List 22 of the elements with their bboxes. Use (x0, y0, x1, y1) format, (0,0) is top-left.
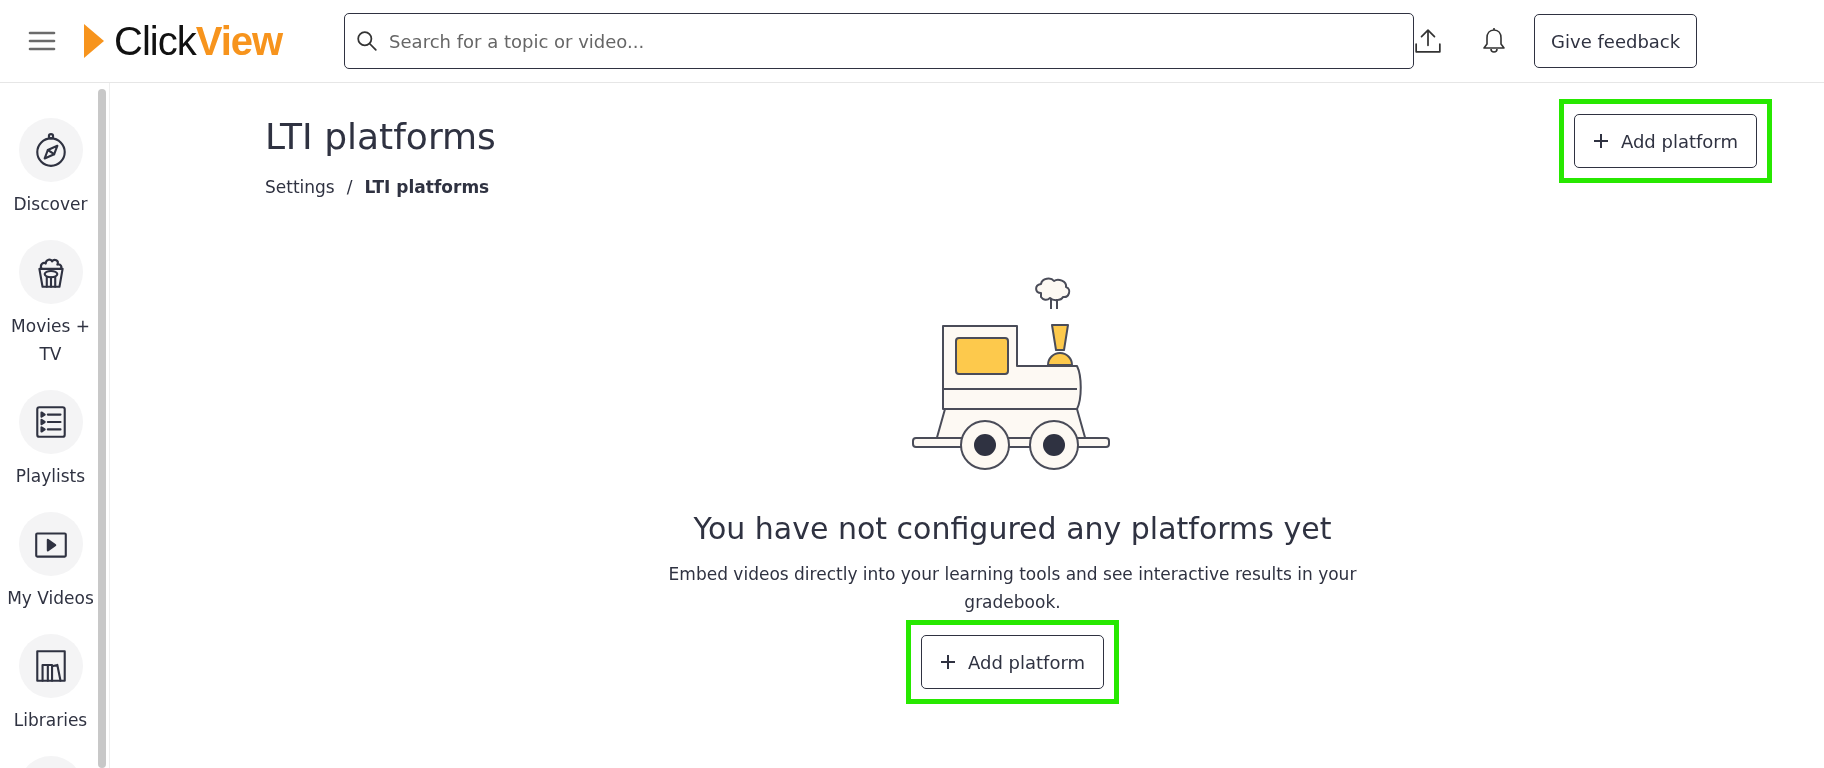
sidebar-label[interactable]: Playlists (15, 462, 86, 490)
empty-state-text: Embed videos directly into your learning tools and see interactive results in your gradebook. (667, 563, 1358, 614)
add-platform-button[interactable]: Add platform (920, 635, 1105, 689)
scrollbar[interactable] (98, 89, 106, 768)
page-title: LTI platforms (265, 115, 496, 159)
sidebar-label[interactable]: My Videos (7, 584, 94, 612)
breadcrumb-separator: / (346, 177, 353, 197)
plus-icon (1592, 133, 1609, 149)
plus-icon (939, 654, 956, 670)
search-icon (356, 30, 379, 52)
menu-icon[interactable] (28, 30, 56, 52)
logo[interactable]: ClickView (84, 21, 283, 61)
breadcrumb-item[interactable]: Settings (265, 177, 335, 197)
upload-icon[interactable] (1414, 27, 1443, 55)
sidebar-label[interactable]: Movies + TV (0, 312, 101, 368)
feedback-button[interactable]: Give feedback (1534, 14, 1698, 68)
breadcrumb-item: LTI platforms (364, 177, 490, 197)
sidebar-label[interactable]: Discover (13, 190, 88, 218)
search-field[interactable]: Search for a topic or video... (344, 13, 1415, 69)
empty-state-heading: You have not configured any platforms yet (693, 511, 1332, 546)
add-platform-button[interactable]: Add platform (1573, 114, 1757, 168)
sidebar-label[interactable]: Libraries (13, 706, 88, 734)
